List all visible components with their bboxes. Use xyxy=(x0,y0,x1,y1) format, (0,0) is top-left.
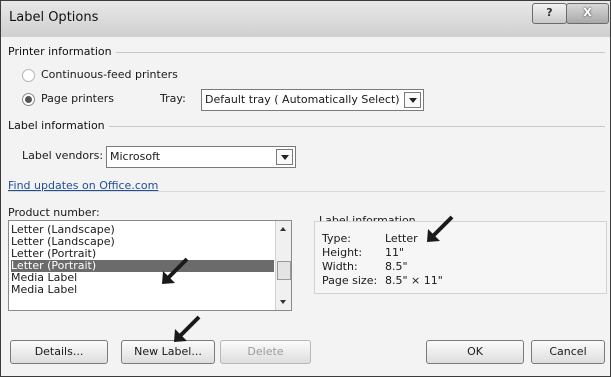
delete-button[interactable]: Delete xyxy=(220,340,311,364)
list-item[interactable]: Media Label xyxy=(11,284,274,296)
page-printers-label: Page printers xyxy=(41,92,114,105)
arrow-annotation-icon xyxy=(427,215,454,242)
type-value: Letter xyxy=(385,232,418,245)
label-options-dialog: Label Options ? X Printer information Co… xyxy=(0,0,611,377)
product-number-label: Product number: xyxy=(8,206,100,219)
page-size-key: Page size: xyxy=(322,274,378,287)
details-button[interactable]: Details... xyxy=(10,340,108,364)
label-vendors-select[interactable]: Microsoft xyxy=(106,146,296,168)
tray-label: Tray: xyxy=(160,92,186,105)
continuous-feed-label: Continuous-feed printers xyxy=(41,68,178,81)
width-value: 8.5" xyxy=(385,260,408,273)
height-value: 11" xyxy=(385,246,405,259)
label-vendors-label: Label vendors: xyxy=(22,149,104,162)
product-number-list[interactable]: Letter (Landscape) Letter (Landscape) Le… xyxy=(8,220,292,311)
cancel-button[interactable]: Cancel xyxy=(531,340,605,364)
dialog-body: Printer information Continuous-feed prin… xyxy=(8,44,607,369)
type-key: Type: xyxy=(322,232,351,245)
updates-divider xyxy=(8,191,605,192)
width-key: Width: xyxy=(322,260,358,273)
scroll-up-icon[interactable] xyxy=(280,227,286,231)
close-button[interactable]: X xyxy=(566,3,609,24)
ok-button[interactable]: OK xyxy=(426,340,524,364)
printer-info-legend: Printer information xyxy=(8,45,116,58)
continuous-feed-radio[interactable] xyxy=(22,69,35,82)
label-info-legend: Label information xyxy=(8,119,109,132)
label-info-panel: Type: Letter Height: 11" Width: 8.5" Pag… xyxy=(314,221,607,294)
scroll-thumb[interactable] xyxy=(277,261,291,280)
chevron-down-icon[interactable] xyxy=(276,149,293,165)
scroll-down-icon[interactable] xyxy=(280,300,286,304)
chevron-down-icon[interactable] xyxy=(404,92,421,108)
page-size-value: 8.5" × 11" xyxy=(385,274,443,287)
label-vendors-value: Microsoft xyxy=(110,150,161,163)
dialog-title: Label Options xyxy=(9,10,99,25)
tray-select[interactable]: Default tray ( Automatically Select) xyxy=(201,89,424,111)
arrow-annotation-icon xyxy=(162,257,189,284)
list-scrollbar[interactable] xyxy=(275,221,291,310)
title-bar: Label Options ? X xyxy=(1,1,610,37)
help-button[interactable]: ? xyxy=(532,3,567,24)
height-key: Height: xyxy=(322,246,363,259)
page-printers-radio[interactable] xyxy=(22,93,35,106)
arrow-annotation-icon xyxy=(174,315,201,342)
tray-value: Default tray ( Automatically Select) xyxy=(205,93,400,106)
